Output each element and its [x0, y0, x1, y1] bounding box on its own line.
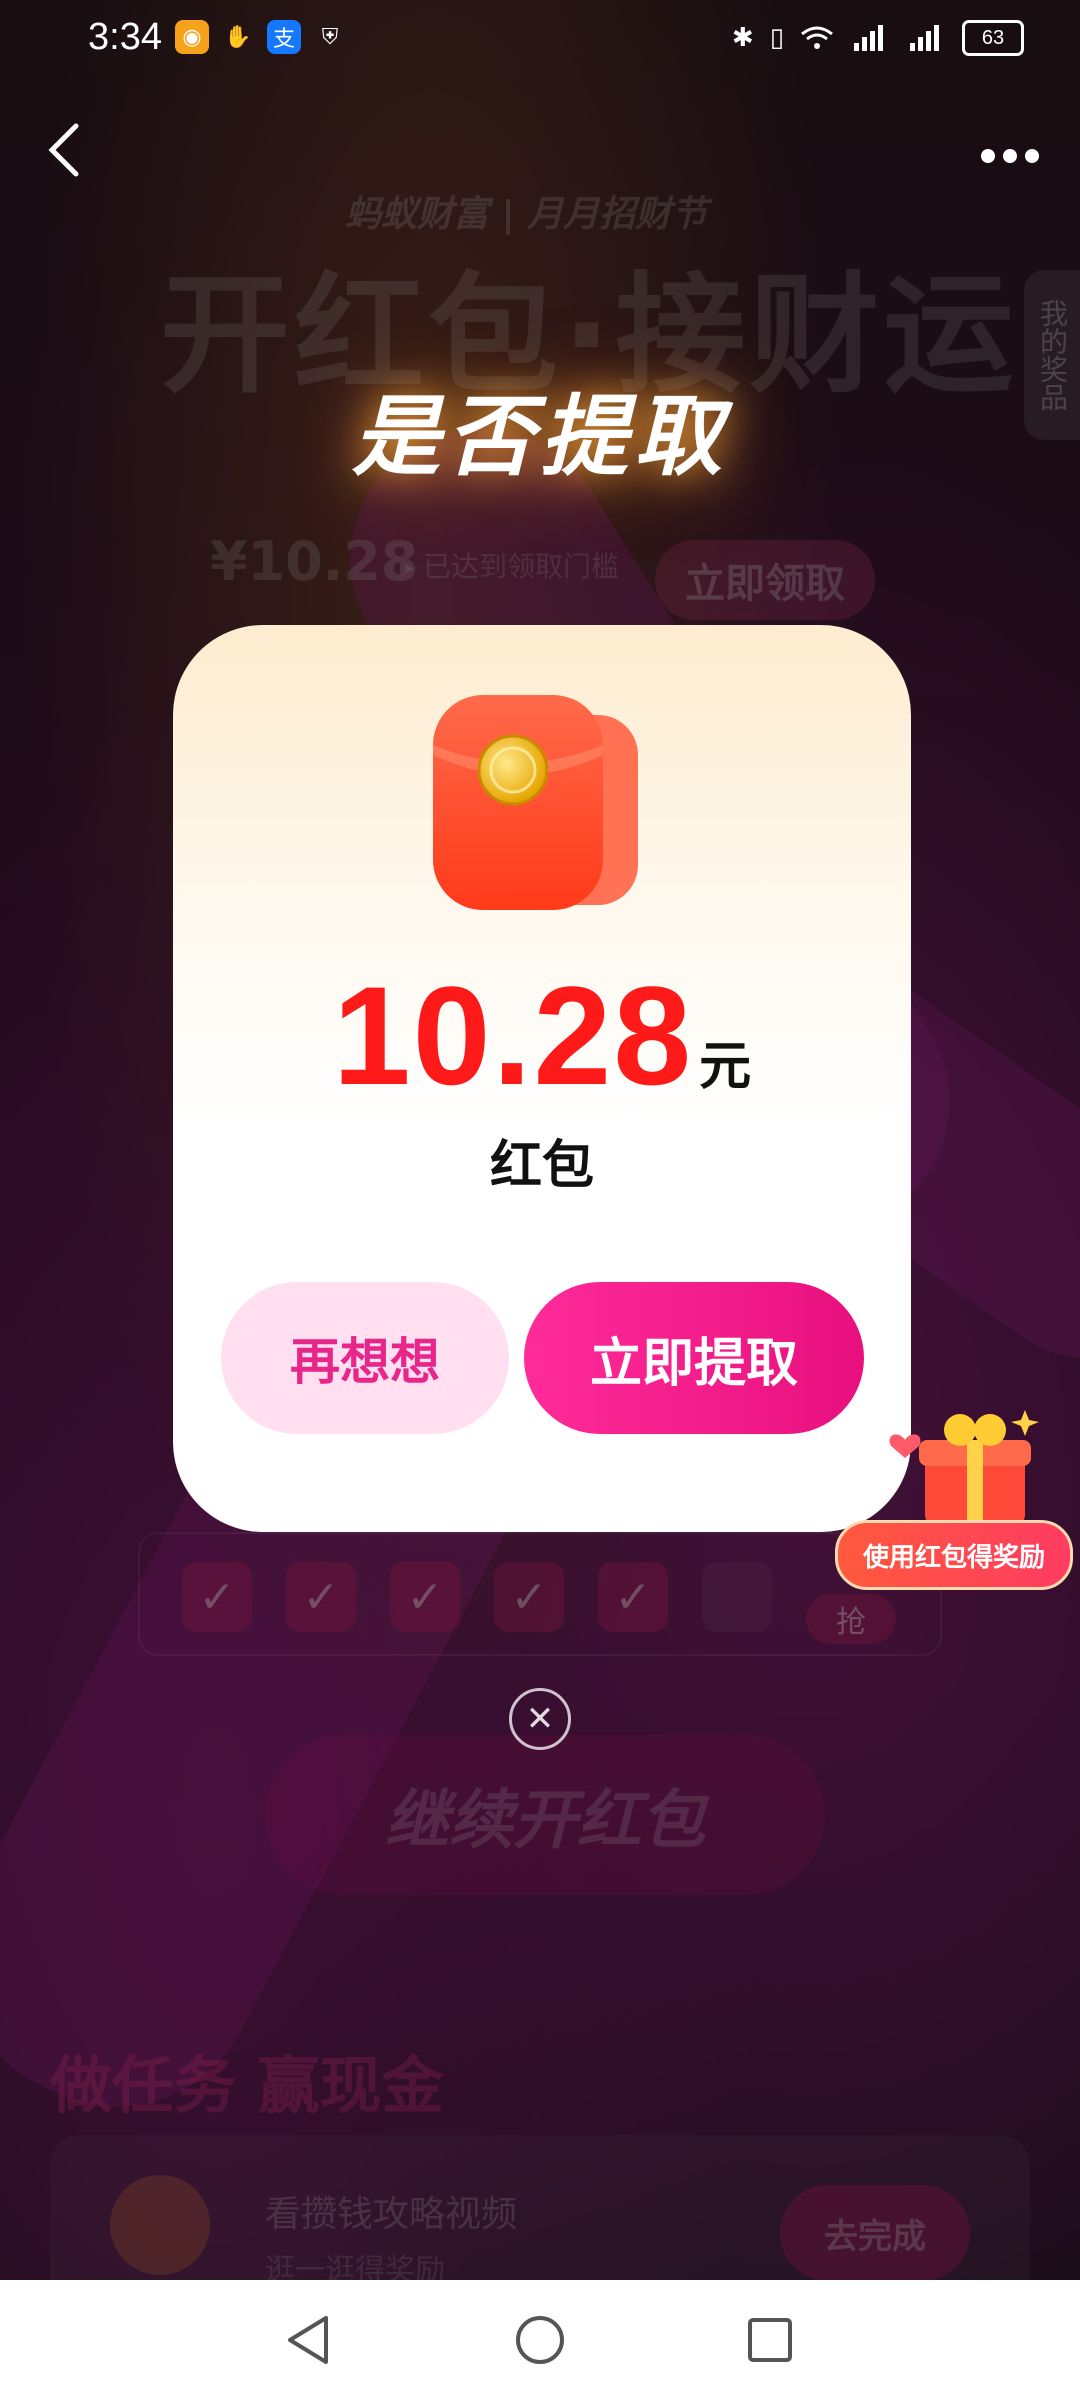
amount-unit: 元 — [699, 1037, 752, 1097]
think-again-button[interactable]: 再想想 — [221, 1282, 509, 1434]
signal-4g-icon — [854, 25, 883, 51]
status-notification-icons: ◉ ✋ 支 ⛨ — [175, 20, 347, 54]
battery-icon: 63 — [962, 20, 1024, 56]
hand-icon: ✋ — [224, 24, 252, 50]
wifi-icon — [801, 26, 833, 49]
close-icon[interactable]: ✕ — [509, 1688, 571, 1750]
nav-recents-icon[interactable] — [740, 2310, 800, 2370]
vibrate-icon: ▯ — [769, 23, 784, 53]
dialog-title: 是否提取 — [351, 385, 728, 488]
back-icon[interactable] — [40, 120, 90, 177]
red-packet-label: 红包 — [489, 1136, 594, 1196]
withdraw-now-button[interactable]: 立即提取 — [524, 1282, 864, 1434]
withdraw-dialog: 10.28 元 红包 再想想 立即提取 — [173, 625, 911, 1532]
shield-icon: ⛨ — [321, 24, 339, 50]
amount-row: 10.28 元 — [173, 955, 911, 1117]
signal-4g-icon — [910, 25, 939, 51]
more-options-icon[interactable] — [980, 126, 1040, 177]
bluetooth-icon: ✱ — [731, 23, 754, 53]
red-envelope-icon — [433, 695, 638, 910]
promo-label[interactable]: 使用红包得奖励 — [835, 1520, 1073, 1590]
reward-promo[interactable]: 使用红包得奖励 — [835, 1400, 1080, 1600]
gift-box-icon — [855, 1410, 1039, 1525]
system-navigation-bar — [0, 2280, 1080, 2400]
status-time: 3:34 — [88, 16, 162, 58]
alipay-icon: 支 — [267, 20, 301, 54]
status-bar: 3:34 ◉ ✋ 支 ⛨ ✱ ▯ 63 — [0, 0, 1080, 80]
nav-home-icon[interactable] — [510, 2310, 570, 2370]
nav-back-icon[interactable] — [278, 2310, 338, 2370]
red-packet-amount: 10.28 — [332, 957, 694, 1114]
status-system-icons: ✱ ▯ 63 — [732, 20, 1024, 56]
app-icon: ◉ — [175, 20, 209, 54]
